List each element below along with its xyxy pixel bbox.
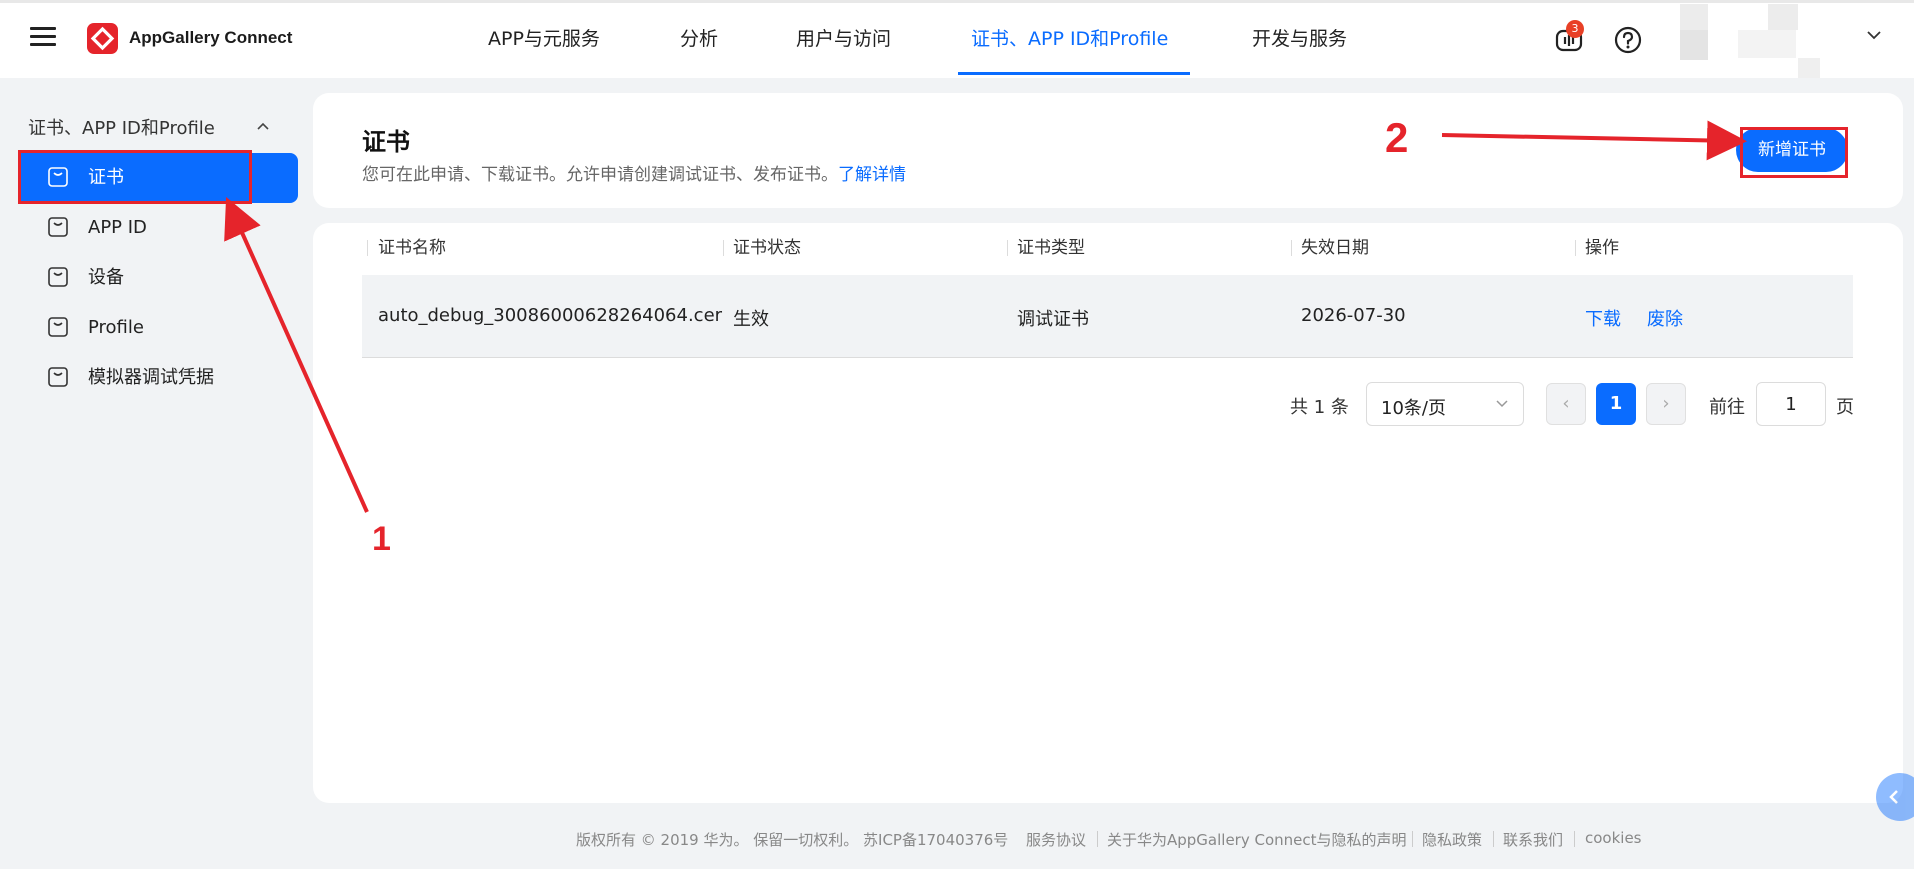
arrow-step2: [1441, 120, 1747, 161]
annotation-step2-number: 2: [1385, 114, 1409, 161]
annotation-arrows: [224, 120, 1747, 513]
arrow-step1: [224, 197, 369, 513]
annotation-step1-number: 1: [372, 520, 391, 558]
